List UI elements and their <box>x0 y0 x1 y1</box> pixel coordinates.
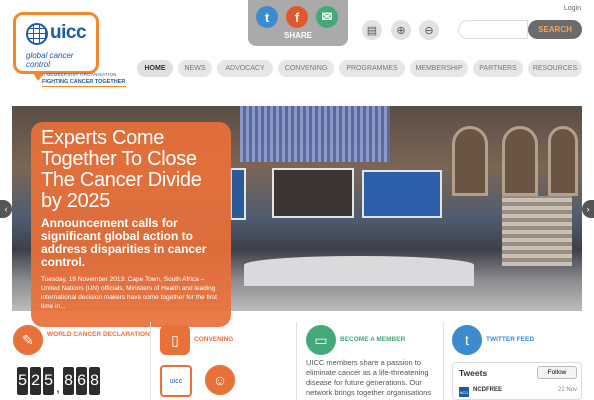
member-text: UICC members share a passion to eliminat… <box>306 358 432 397</box>
stage-screen <box>362 170 442 218</box>
tweet-user: NCDFREE <box>473 387 503 393</box>
twitter-icon[interactable]: t <box>256 6 278 28</box>
uicc-logo[interactable]: uicc global cancer control <box>13 12 99 81</box>
counter-digit: 8 <box>89 367 100 395</box>
mobile-icon: ▯ <box>160 325 190 355</box>
nav-news[interactable]: NEWS <box>178 60 212 77</box>
stage-screen <box>272 168 354 218</box>
share-label: SHARE <box>283 31 312 40</box>
nav-programmes[interactable]: PROGRAMMES <box>339 60 405 77</box>
search-input[interactable] <box>458 20 528 39</box>
twitter-title[interactable]: TWITTER FEED <box>486 336 534 343</box>
counter-comma: , <box>56 379 60 395</box>
print-icon[interactable]: ▤ <box>362 20 382 40</box>
hero-subtitle: Announcement calls for significant globa… <box>41 216 207 269</box>
convening-title[interactable]: CONVENING <box>194 336 233 343</box>
nav-advocacy[interactable]: ADVOCACY <box>217 60 273 77</box>
arch <box>502 126 538 196</box>
nav-partners[interactable]: PARTNERS <box>473 60 523 77</box>
logo-subtitle: global cancer control <box>26 51 74 69</box>
column-divider <box>150 322 151 400</box>
counter-digit: 8 <box>63 367 74 395</box>
counter-digit: 2 <box>30 367 41 395</box>
declaration-counter: 5 2 5 , 8 6 8 <box>17 367 100 395</box>
globe-icon <box>26 23 48 45</box>
counter-digit: 6 <box>76 367 87 395</box>
follow-button[interactable]: Follow <box>537 366 577 379</box>
organ-pipes <box>240 106 390 162</box>
balcony <box>502 196 572 266</box>
facebook-icon[interactable]: f <box>286 6 308 28</box>
avatar: NCD <box>459 387 469 397</box>
tagline: FIGHTING CANCER TOGETHER <box>42 79 126 85</box>
email-icon[interactable]: ✉ <box>316 6 338 28</box>
next-slide-icon[interactable]: › <box>582 200 594 218</box>
nav-home[interactable]: HOME <box>137 60 173 77</box>
hero-meta: Tuesday, 19 November 2013: Cape Town, So… <box>41 276 217 310</box>
column-divider <box>296 322 297 400</box>
person-icon[interactable]: ☺ <box>205 365 235 395</box>
nav-convening[interactable]: CONVENING <box>278 60 334 77</box>
prev-slide-icon[interactable]: ‹ <box>0 200 12 218</box>
arch <box>452 126 488 196</box>
column-divider <box>443 322 444 400</box>
stage <box>244 256 474 286</box>
login-link[interactable]: Login <box>564 5 581 12</box>
zoom-out-icon[interactable]: ⊖ <box>419 20 439 40</box>
twitter-widget: Tweets Follow NCD NCDFREE 22 Nov <box>452 362 582 400</box>
tweet-row[interactable]: NCD NCDFREE 22 Nov <box>459 387 577 399</box>
logo-name: uicc <box>50 22 87 43</box>
pen-icon: ✎ <box>13 325 43 355</box>
tweets-label: Tweets <box>459 368 488 378</box>
counter-digit: 5 <box>17 367 28 395</box>
nav-membership[interactable]: MEMBERSHIP <box>410 60 468 77</box>
tweet-date: 22 Nov <box>557 387 577 393</box>
arch <box>548 126 578 196</box>
nav-resources[interactable]: RESOURCES <box>528 60 582 77</box>
twitter-icon: t <box>452 325 482 355</box>
declaration-title[interactable]: WORLD CANCER DECLARATION <box>47 331 150 338</box>
tagline-small: A MEMBERSHIP ORGANISATION <box>42 72 117 77</box>
share-panel: t f ✉ SHARE <box>248 0 348 46</box>
search-button[interactable]: SEARCH <box>528 20 582 39</box>
zoom-in-icon[interactable]: ⊕ <box>391 20 411 40</box>
member-title[interactable]: BECOME A MEMBER <box>340 336 405 343</box>
uicc-badge-icon[interactable]: uicc <box>160 365 192 397</box>
counter-digit: 5 <box>43 367 54 395</box>
stage-screen <box>230 168 246 220</box>
hero-title[interactable]: Experts Come Together To Close The Cance… <box>41 128 221 212</box>
tagline-underline <box>42 86 126 87</box>
hero-card[interactable]: Experts Come Together To Close The Cance… <box>31 122 231 327</box>
membership-card-icon: ▭ <box>306 325 336 355</box>
